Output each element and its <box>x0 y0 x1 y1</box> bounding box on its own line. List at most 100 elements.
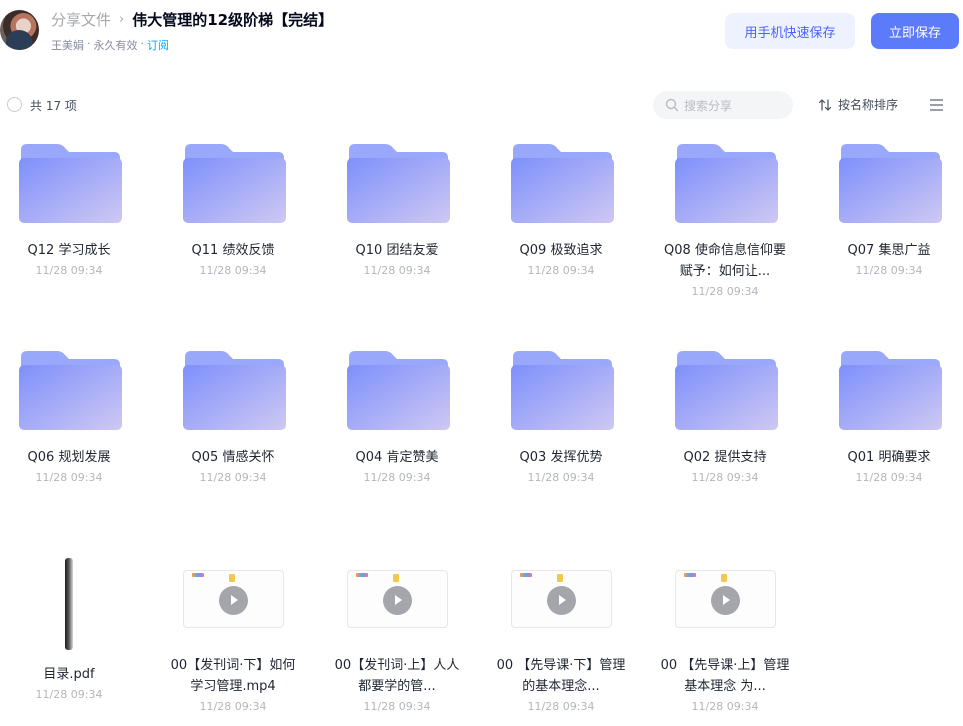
save-now-button[interactable]: 立即保存 <box>871 13 959 49</box>
file-name[interactable]: 目录.pdf <box>0 664 144 685</box>
folder-item[interactable]: Q02 提供支持 11/28 09:34 <box>650 347 800 484</box>
folder-item[interactable]: Q11 绩效反馈 11/28 09:34 <box>158 140 308 277</box>
file-name[interactable]: Q11 绩效反馈 <box>158 240 308 261</box>
validity-label: 永久有效 <box>93 39 138 52</box>
file-date: 11/28 09:34 <box>35 471 103 484</box>
file-name[interactable]: Q07 集思广益 <box>814 240 963 261</box>
file-name[interactable]: Q06 规划发展 <box>0 447 144 468</box>
file-date: 11/28 09:34 <box>199 700 267 713</box>
folder-item[interactable]: Q03 发挥优势 11/28 09:34 <box>486 347 636 484</box>
file-date: 11/28 09:34 <box>363 264 431 277</box>
bookmark-icon <box>720 574 727 582</box>
folder-item[interactable]: Q09 极致追求 11/28 09:34 <box>486 140 636 277</box>
play-icon[interactable] <box>546 586 576 615</box>
share-title: 伟大管理的12级阶梯【完结】 <box>132 11 334 29</box>
folder-item[interactable]: Q12 学习成长 11/28 09:34 <box>0 140 144 277</box>
file-date: 11/28 09:34 <box>691 285 759 298</box>
folder-icon <box>346 144 450 223</box>
play-icon[interactable] <box>218 586 248 615</box>
file-name[interactable]: Q09 极致追求 <box>486 240 636 261</box>
folder-icon <box>838 351 942 430</box>
file-name[interactable]: Q05 情感关怀 <box>158 447 308 468</box>
file-name[interactable]: 00 【先导课·下】管理的基本理念... <box>486 655 636 697</box>
file-date: 11/28 09:34 <box>35 688 103 701</box>
video-file-item[interactable]: 00 【先导课·下】管理的基本理念... 11/28 09:34 <box>486 570 636 713</box>
play-icon[interactable] <box>382 586 412 615</box>
file-date: 11/28 09:34 <box>363 700 431 713</box>
owner-name: 王美娟 <box>51 39 84 52</box>
video-file-item[interactable]: 00【发刊词·下】如何学习管理.mp4 11/28 09:34 <box>158 570 308 713</box>
meta-separator: · <box>87 37 91 50</box>
owner-avatar[interactable] <box>0 10 39 50</box>
file-name[interactable]: Q03 发挥优势 <box>486 447 636 468</box>
file-name[interactable]: 00【发刊词·上】人人都要学的管... <box>322 655 472 697</box>
sort-icon <box>818 98 832 111</box>
brand-logo <box>191 573 204 577</box>
bookmark-icon <box>556 574 563 582</box>
video-thumbnail <box>346 570 448 628</box>
file-date: 11/28 09:34 <box>527 700 595 713</box>
share-meta: 王美娟 · 永久有效 · 订阅 <box>51 37 169 53</box>
folder-item[interactable]: Q08 使命信息信仰要赋予：如何让... 11/28 09:34 <box>650 140 800 298</box>
folder-item[interactable]: Q06 规划发展 11/28 09:34 <box>0 347 144 484</box>
sort-by-name-button[interactable]: 按名称排序 <box>818 96 898 113</box>
file-name[interactable]: Q10 团结友爱 <box>322 240 472 261</box>
folder-item[interactable]: Q07 集思广益 11/28 09:34 <box>814 140 963 277</box>
pdf-file-item[interactable]: 目录.pdf 11/28 09:34 <box>0 558 144 701</box>
brand-logo <box>355 573 368 577</box>
search-icon <box>665 98 679 112</box>
file-date: 11/28 09:34 <box>855 264 923 277</box>
search-input[interactable]: 搜索分享 <box>653 91 793 119</box>
select-all-checkbox[interactable] <box>7 97 22 112</box>
folder-icon <box>510 144 614 223</box>
subscribe-link[interactable]: 订阅 <box>147 37 169 53</box>
brand-logo <box>519 573 532 577</box>
brand-logo <box>683 573 696 577</box>
search-placeholder: 搜索分享 <box>684 98 733 113</box>
file-date: 11/28 09:34 <box>691 700 759 713</box>
folder-item[interactable]: Q05 情感关怀 11/28 09:34 <box>158 347 308 484</box>
file-name[interactable]: Q01 明确要求 <box>814 447 963 468</box>
video-thumbnail <box>510 570 612 628</box>
file-name[interactable]: 00【发刊词·下】如何学习管理.mp4 <box>158 655 308 697</box>
video-thumbnail <box>674 570 776 628</box>
video-thumbnail <box>182 570 284 628</box>
folder-icon <box>838 144 942 223</box>
file-date: 11/28 09:34 <box>199 471 267 484</box>
folder-icon <box>510 351 614 430</box>
video-file-item[interactable]: 00【发刊词·上】人人都要学的管... 11/28 09:34 <box>322 570 472 713</box>
file-name[interactable]: Q04 肯定赞美 <box>322 447 472 468</box>
folder-icon <box>674 144 778 223</box>
folder-item[interactable]: Q04 肯定赞美 11/28 09:34 <box>322 347 472 484</box>
breadcrumb-root-link[interactable]: 分享文件 <box>51 9 111 30</box>
item-count: 共 17 项 <box>30 99 77 113</box>
video-file-item[interactable]: 00 【先导课·上】管理基本理念 为... 11/28 09:34 <box>650 570 800 713</box>
pdf-file-icon <box>65 558 73 650</box>
file-date: 11/28 09:34 <box>527 264 595 277</box>
folder-icon <box>18 144 122 223</box>
file-name[interactable]: Q02 提供支持 <box>650 447 800 468</box>
bookmark-icon <box>392 574 399 582</box>
bookmark-icon <box>228 574 235 582</box>
save-by-mobile-button[interactable]: 用手机快速保存 <box>725 13 855 49</box>
meta-separator: · <box>140 37 145 50</box>
file-date: 11/28 09:34 <box>363 471 431 484</box>
list-view-icon[interactable] <box>929 98 944 112</box>
folder-icon <box>18 351 122 430</box>
folder-item[interactable]: Q10 团结友爱 11/28 09:34 <box>322 140 472 277</box>
file-date: 11/28 09:34 <box>527 471 595 484</box>
folder-icon <box>346 351 450 430</box>
file-date: 11/28 09:34 <box>855 471 923 484</box>
file-name[interactable]: Q12 学习成长 <box>0 240 144 261</box>
breadcrumb-separator: › <box>119 12 125 27</box>
file-name[interactable]: 00 【先导课·上】管理基本理念 为... <box>650 655 800 697</box>
folder-icon <box>182 144 286 223</box>
folder-item[interactable]: Q01 明确要求 11/28 09:34 <box>814 347 963 484</box>
folder-icon <box>674 351 778 430</box>
file-name[interactable]: Q08 使命信息信仰要赋予：如何让... <box>650 240 800 282</box>
play-icon[interactable] <box>710 586 740 615</box>
file-date: 11/28 09:34 <box>691 471 759 484</box>
file-date: 11/28 09:34 <box>199 264 267 277</box>
sort-label: 按名称排序 <box>838 98 899 112</box>
breadcrumb: 分享文件 › 伟大管理的12级阶梯【完结】 <box>51 9 333 30</box>
